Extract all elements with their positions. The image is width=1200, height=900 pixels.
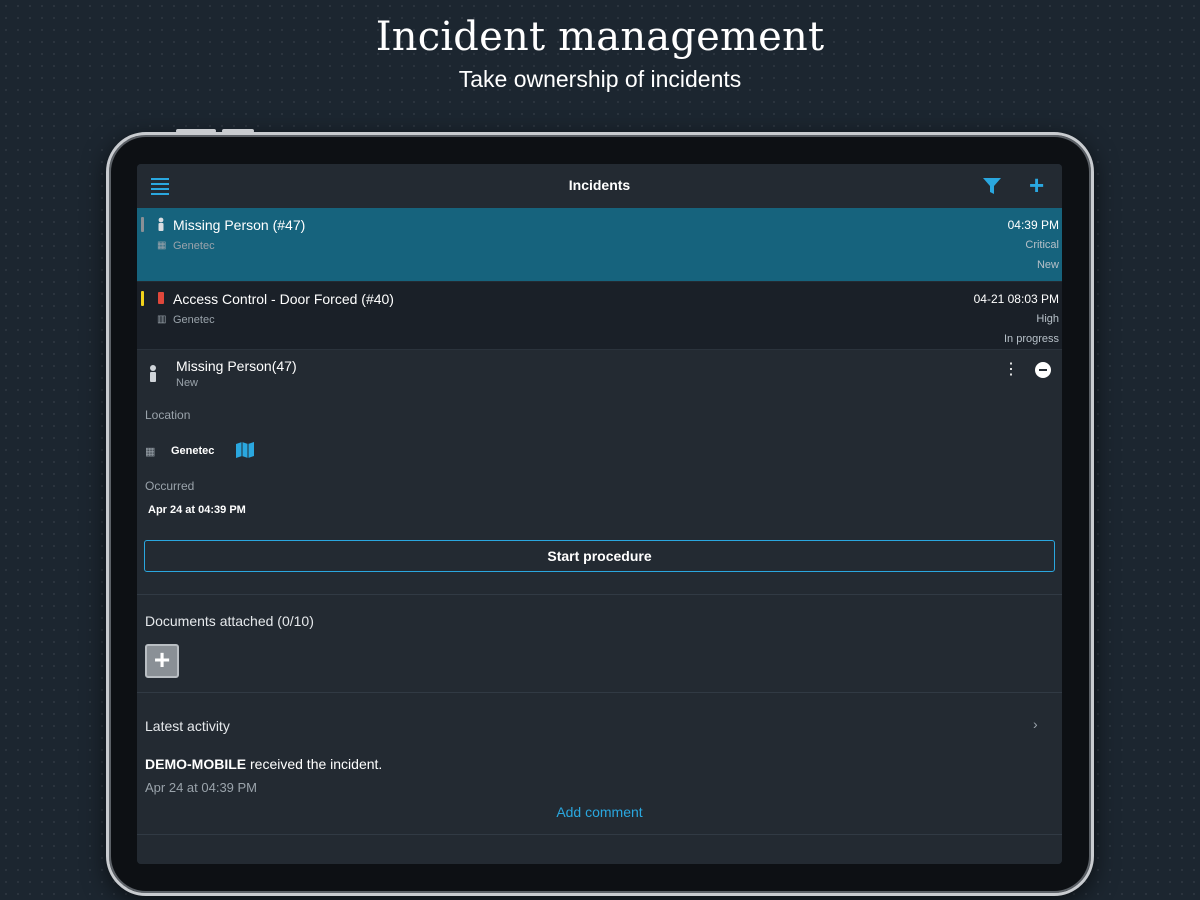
- add-icon[interactable]: +: [1029, 172, 1049, 198]
- tablet-top-button: [176, 129, 216, 133]
- more-options-icon[interactable]: ⋮: [1003, 362, 1019, 378]
- detail-title: Missing Person(47): [176, 358, 297, 374]
- activity-text: received the incident.: [246, 756, 383, 772]
- add-comment-link[interactable]: Add comment: [137, 804, 1062, 820]
- hero-subtitle: Take ownership of incidents: [458, 66, 742, 92]
- priority-indicator: [141, 217, 144, 232]
- incident-site: Genetec: [173, 240, 215, 252]
- incident-row[interactable]: Access Control - Door Forced (#40) ▥ Gen…: [137, 282, 1062, 350]
- start-procedure-button[interactable]: Start procedure: [144, 540, 1055, 572]
- divider: [137, 692, 1062, 693]
- incident-priority: High: [1036, 313, 1059, 325]
- incident-detail-panel: Missing Person(47) New ⋮ Location ▦ Gene…: [137, 350, 1062, 864]
- priority-indicator: [141, 291, 144, 306]
- door-alarm-icon: [158, 292, 164, 304]
- person-icon: [150, 365, 156, 382]
- activity-time: Apr 24 at 04:39 PM: [145, 780, 258, 795]
- activity-actor: DEMO-MOBILE: [145, 756, 247, 772]
- activity-entry: DEMO-MOBILE received the incident.: [145, 756, 382, 772]
- incident-priority: Critical: [1025, 239, 1059, 251]
- hero-title: Incident management: [375, 14, 825, 60]
- app-screen: Incidents + Missing Person (#47) ▦ Genet…: [137, 164, 1062, 864]
- divider: [137, 594, 1062, 595]
- top-bar: Incidents +: [137, 164, 1062, 208]
- map-icon: ▦: [145, 446, 156, 458]
- incident-row-selected[interactable]: Missing Person (#47) ▦ Genetec 04:39 PM …: [137, 208, 1062, 281]
- location-value: Genetec: [171, 445, 215, 457]
- occurred-label: Occurred: [145, 479, 195, 493]
- incident-state: New: [1036, 259, 1059, 271]
- map-open-icon[interactable]: [235, 442, 255, 458]
- incident-title: Missing Person (#47): [173, 217, 306, 233]
- filter-icon[interactable]: [982, 176, 1002, 196]
- incident-state: In progress: [1003, 333, 1059, 345]
- incident-site: Genetec: [173, 314, 215, 326]
- detail-state: New: [176, 377, 199, 389]
- building-icon: ▥: [157, 314, 167, 325]
- map-icon: ▦: [157, 240, 167, 251]
- page-title: Incidents: [568, 177, 631, 193]
- chevron-right-icon[interactable]: ›: [1033, 716, 1038, 732]
- incident-time: 04-21 08:03 PM: [973, 292, 1059, 306]
- location-label: Location: [145, 408, 191, 422]
- tablet-top-button-2: [222, 129, 254, 133]
- person-icon: [158, 217, 164, 231]
- activity-label: Latest activity: [145, 718, 230, 734]
- occurred-value: Apr 24 at 04:39 PM: [148, 504, 246, 516]
- add-document-button[interactable]: +: [145, 644, 179, 678]
- incident-title: Access Control - Door Forced (#40): [173, 291, 394, 307]
- collapse-icon[interactable]: [1035, 362, 1051, 378]
- incident-time: 04:39 PM: [1007, 218, 1059, 232]
- documents-label: Documents attached (0/10): [145, 613, 314, 629]
- divider: [137, 834, 1062, 835]
